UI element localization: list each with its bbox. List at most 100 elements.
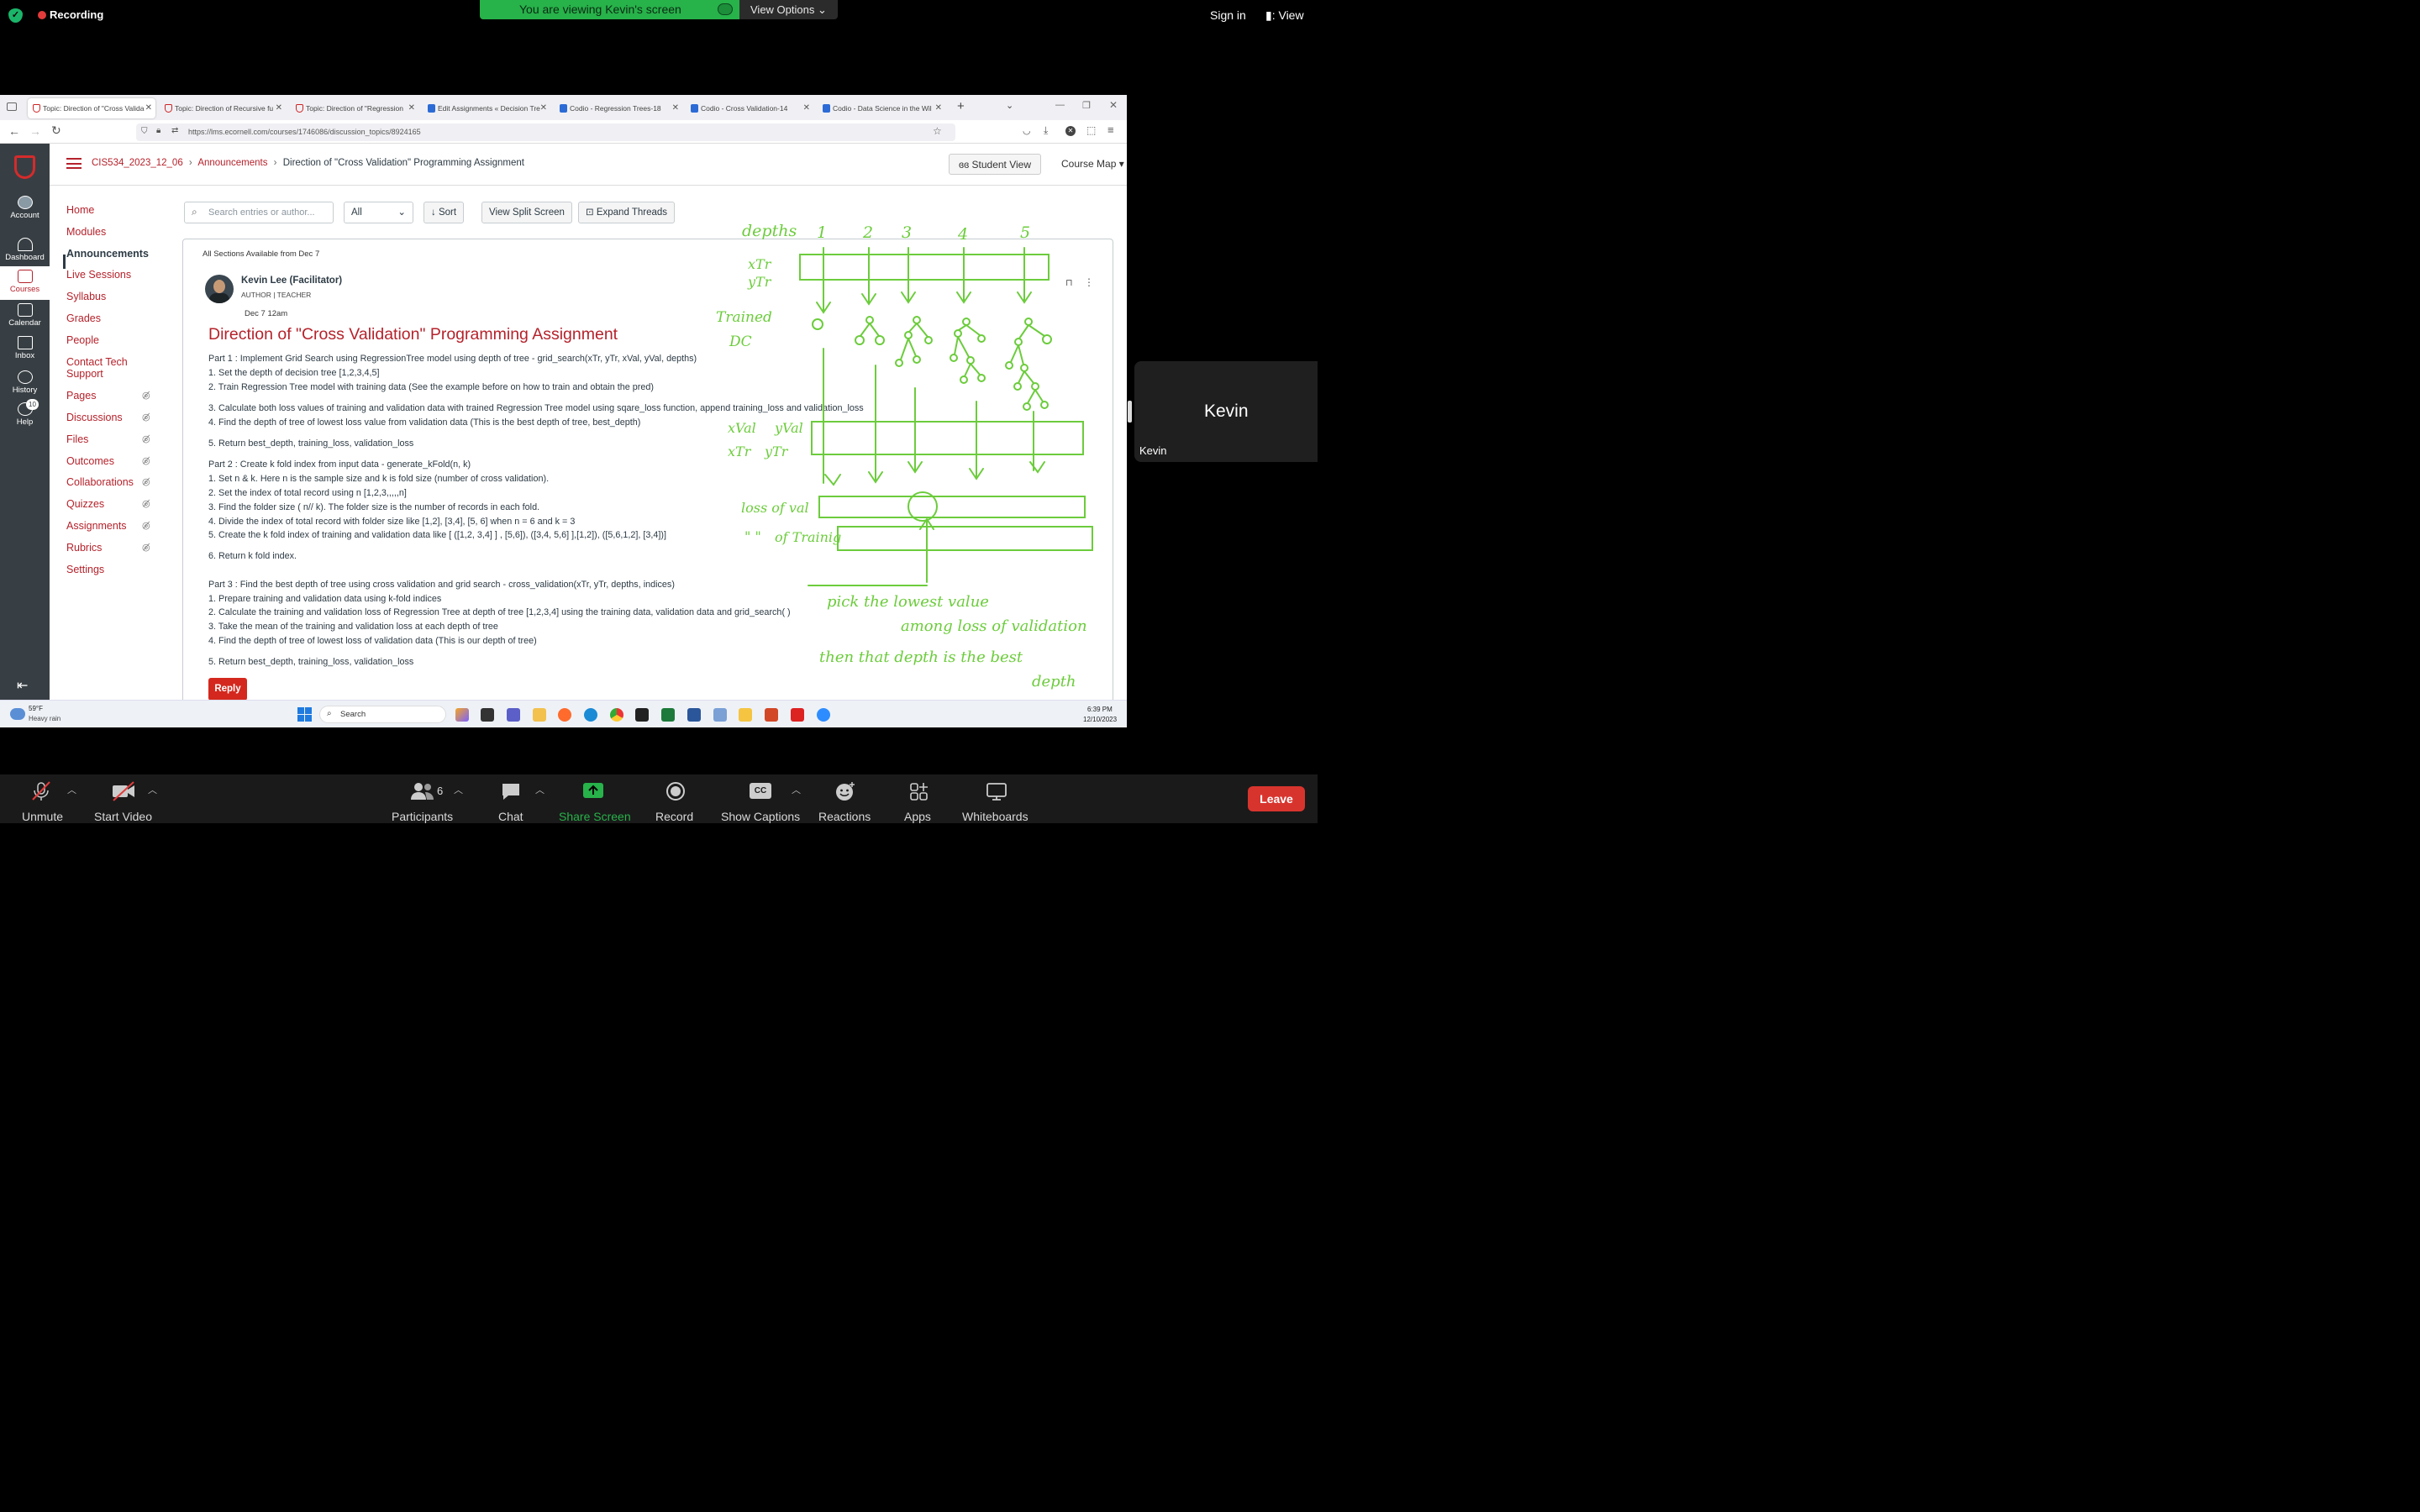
app-icon[interactable] (739, 708, 753, 722)
global-nav-help[interactable]: Help (0, 402, 50, 427)
participants-icon[interactable] (410, 781, 435, 801)
course-map-dropdown[interactable]: Course Map ▾ (1061, 158, 1124, 170)
extension-icon[interactable]: ✕ (1065, 126, 1076, 137)
minimize-icon[interactable]: — (1055, 100, 1065, 110)
close-icon[interactable]: ✕ (408, 98, 415, 118)
global-nav-calendar[interactable]: Calendar (0, 303, 50, 328)
global-nav-dashboard[interactable]: Dashboard (0, 238, 50, 262)
course-nav-announcements[interactable]: Announcements (66, 248, 149, 260)
whiteboards-label[interactable]: Whiteboards (962, 810, 1028, 823)
captions-cc-icon[interactable]: CC (750, 783, 771, 800)
window-close-icon[interactable]: ✕ (1109, 99, 1118, 111)
browser-tab[interactable]: Codio - Data Science in the Wil ✕ (818, 98, 945, 118)
expand-threads-button[interactable]: ⊡ Expand Threads (578, 202, 676, 223)
tab-list-icon[interactable] (7, 102, 17, 111)
course-nav-collaborations[interactable]: Collaborations ◎̸ (66, 476, 159, 488)
chat-bubble-icon[interactable] (500, 781, 522, 801)
view-options-button[interactable]: View Options ⌄ (739, 0, 839, 19)
close-icon[interactable]: ✕ (540, 98, 547, 118)
browser-tab[interactable]: Topic: Direction of "Regression ✕ (291, 98, 418, 118)
share-screen-label[interactable]: Share Screen (559, 810, 631, 823)
reload-icon[interactable]: ↻ (51, 123, 61, 138)
participants-label[interactable]: Participants (392, 810, 453, 823)
chrome-icon[interactable] (610, 708, 624, 722)
task-view-icon[interactable] (481, 708, 495, 722)
reactions-smiley-icon[interactable] (834, 781, 856, 801)
mic-options-caret-icon[interactable]: ︿ (67, 783, 76, 796)
bookmark-icon[interactable]: ⊓ (1065, 277, 1073, 288)
download-icon[interactable]: ⤓ (1044, 124, 1048, 137)
browser-tab[interactable]: Topic: Direction of "Cross Valida ✕ (28, 98, 156, 119)
firefox-icon[interactable] (558, 708, 572, 722)
record-label[interactable]: Record (655, 810, 693, 823)
course-nav-files[interactable]: Files ◎̸ (66, 433, 159, 445)
chat-label[interactable]: Chat (498, 810, 523, 823)
course-nav-quizzes[interactable]: Quizzes ◎̸ (66, 498, 159, 510)
teams-icon[interactable] (507, 708, 521, 722)
browser-tab[interactable]: Topic: Direction of Recursive fu ✕ (160, 98, 286, 118)
acrobat-icon[interactable] (791, 708, 805, 722)
course-nav-people[interactable]: People (66, 334, 99, 346)
excel-icon[interactable] (661, 708, 676, 722)
video-options-caret-icon[interactable]: ︿ (148, 783, 157, 796)
close-icon[interactable]: ✕ (935, 98, 942, 118)
course-nav-pages[interactable]: Pages ◎̸ (66, 390, 159, 402)
permissions-icon[interactable]: ⇄ (171, 126, 178, 135)
pocket-icon[interactable]: ◡ (1023, 125, 1031, 136)
participants-caret-icon[interactable]: ︿ (454, 783, 463, 796)
split-screen-button[interactable]: View Split Screen (481, 202, 572, 223)
bookmark-star-icon[interactable]: ☆ (933, 125, 942, 137)
word-icon[interactable] (687, 708, 702, 722)
breadcrumb-course[interactable]: CIS534_2023_12_06 (92, 158, 183, 168)
canvas-logo-icon[interactable] (14, 155, 35, 179)
snipping-tool-icon[interactable] (713, 708, 728, 722)
apps-grid-icon[interactable] (908, 781, 930, 801)
apps-label[interactable]: Apps (904, 810, 931, 823)
course-nav-settings[interactable]: Settings (66, 564, 104, 575)
course-nav-live-sessions[interactable]: Live Sessions (66, 269, 131, 281)
breadcrumb-announcements[interactable]: Announcements (197, 158, 267, 168)
terminal-icon[interactable] (635, 708, 650, 722)
course-nav-rubrics[interactable]: Rubrics ◎̸ (66, 542, 159, 554)
course-nav-modules[interactable]: Modules (66, 226, 106, 238)
course-nav-outcomes[interactable]: Outcomes ◎̸ (66, 455, 159, 467)
forward-arrow-icon[interactable]: → (29, 124, 41, 138)
unmute-label[interactable]: Unmute (22, 810, 63, 823)
widgets-icon[interactable] (455, 708, 470, 722)
zoom-app-icon[interactable] (817, 708, 831, 722)
tracking-shield-icon[interactable]: ⛉ (141, 127, 148, 136)
hamburger-menu-icon[interactable] (66, 158, 82, 170)
course-nav-contact-tech-support[interactable]: Contact Tech Support (66, 356, 142, 380)
menu-hamburger-icon[interactable]: ≡ (1107, 123, 1114, 136)
author-name[interactable]: Kevin Lee (Facilitator) (241, 276, 342, 286)
taskbar-search[interactable]: ⌕ Search (319, 706, 446, 724)
puzzle-icon[interactable]: ⬚ (1086, 124, 1096, 136)
back-arrow-icon[interactable]: ← (8, 124, 20, 138)
powerpoint-icon[interactable] (765, 708, 779, 722)
course-nav-assignments[interactable]: Assignments ◎̸ (66, 520, 159, 532)
record-icon[interactable] (665, 781, 687, 801)
collapse-nav-icon[interactable]: ⇤ (17, 677, 28, 694)
global-nav-history[interactable]: History (0, 370, 50, 395)
start-video-label[interactable]: Start Video (94, 810, 152, 823)
whiteboard-icon[interactable] (986, 781, 1007, 801)
course-nav-grades[interactable]: Grades (66, 312, 101, 324)
file-explorer-icon[interactable] (533, 708, 547, 722)
restore-icon[interactable]: ❐ (1082, 100, 1091, 111)
reply-button[interactable]: Reply (208, 678, 248, 701)
splitter-handle[interactable] (1128, 401, 1133, 423)
browser-tab[interactable]: Codio - Cross Validation-14 ✕ (686, 98, 813, 118)
view-button[interactable]: ▮: View (1265, 8, 1304, 23)
search-input[interactable]: ⌕ Search entries or author... (184, 202, 334, 223)
global-nav-inbox[interactable]: Inbox (0, 336, 50, 360)
share-screen-icon[interactable] (582, 781, 604, 800)
edge-icon[interactable] (584, 708, 598, 722)
sort-button[interactable]: ↓ Sort (424, 202, 465, 223)
close-icon[interactable]: ✕ (276, 98, 282, 118)
windows-start-icon[interactable] (297, 707, 313, 722)
tab-overflow-chevron-icon[interactable]: ⌄ (1006, 100, 1013, 111)
browser-tab[interactable]: Codio - Regression Trees-18 ✕ (555, 98, 682, 118)
close-icon[interactable]: ✕ (672, 98, 679, 118)
global-nav-courses[interactable]: Courses (0, 270, 50, 294)
chat-caret-icon[interactable]: ︿ (535, 783, 544, 796)
